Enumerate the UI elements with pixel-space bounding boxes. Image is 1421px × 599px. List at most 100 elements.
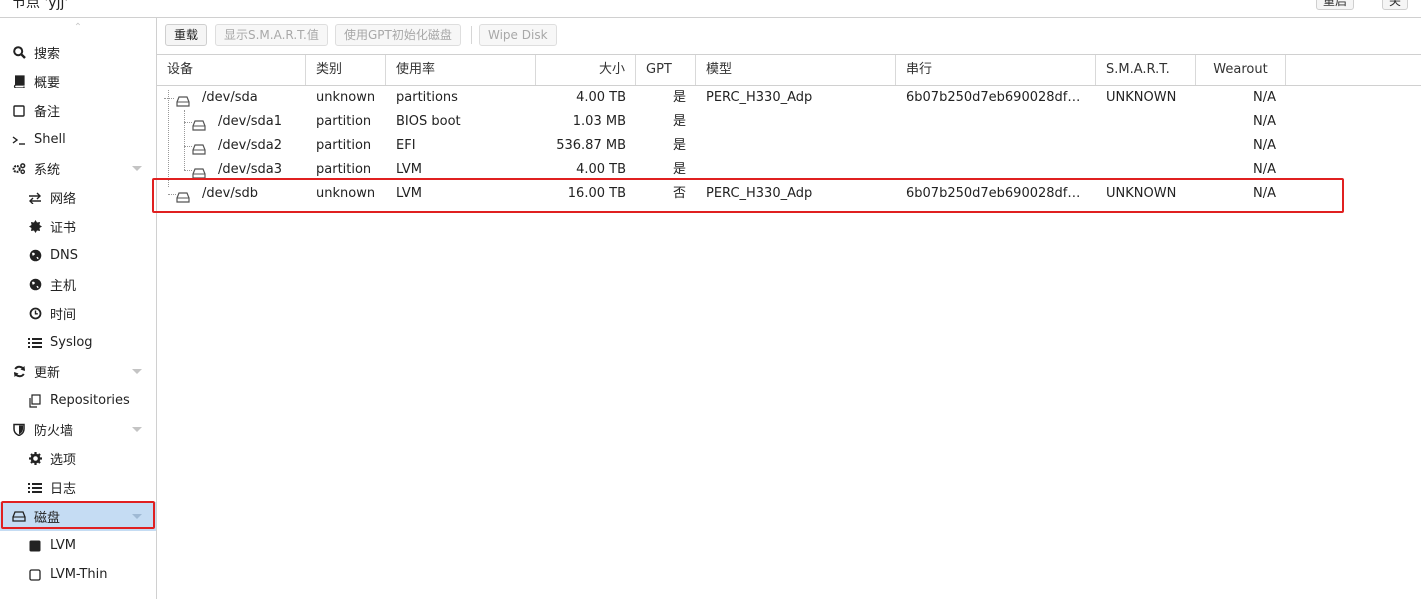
wearout-cell: N/A bbox=[1253, 90, 1276, 105]
sidebar-item-summary[interactable]: 概要 bbox=[0, 67, 156, 96]
column-header-wearout[interactable]: Wearout bbox=[1196, 55, 1286, 85]
node-header: 节点 'yjj' 重启 关 bbox=[0, 0, 1421, 18]
sidebar-item-syslog[interactable]: Syslog bbox=[0, 328, 156, 357]
type-cell: partition bbox=[316, 114, 372, 129]
shield-icon bbox=[12, 423, 26, 437]
model-cell bbox=[696, 134, 896, 158]
sidebar-item-network[interactable]: 网络 bbox=[0, 183, 156, 212]
hdd-icon bbox=[176, 92, 190, 107]
sidebar-item-hosts[interactable]: 主机 bbox=[0, 270, 156, 299]
show-smart-button[interactable]: 显示S.M.A.R.T.值 bbox=[215, 24, 328, 46]
disks-toolbar: 重载 显示S.M.A.R.T.值 使用GPT初始化磁盘 Wipe Disk bbox=[157, 18, 1421, 55]
sidebar-item-certificates[interactable]: 证书 bbox=[0, 212, 156, 241]
list-icon bbox=[28, 481, 42, 495]
table-row[interactable]: /dev/sda3 partition LVM 4.00 TB 是 N/A bbox=[157, 158, 1421, 182]
sidebar-item-label: 选项 bbox=[50, 453, 77, 468]
sidebar-item-search[interactable]: 搜索 bbox=[0, 38, 156, 67]
smart-cell bbox=[1096, 158, 1196, 182]
sidebar-item-label: 概要 bbox=[34, 76, 61, 91]
gpt-cell: 是 bbox=[672, 90, 686, 105]
smart-cell: UNKNOWN bbox=[1106, 186, 1177, 201]
table-row[interactable]: /dev/sda unknown partitions 4.00 TB 是 PE… bbox=[157, 86, 1421, 110]
hdd-icon bbox=[192, 116, 206, 131]
table-row[interactable]: /dev/sda1 partition BIOS boot 1.03 MB 是 … bbox=[157, 110, 1421, 134]
square-outline-icon bbox=[28, 568, 42, 582]
sidebar-item-disks[interactable]: 磁盘 bbox=[0, 502, 156, 531]
serial-cell: 6b07b250d7eb690028df603… bbox=[906, 186, 1096, 201]
sidebar-item-lvm-thin[interactable]: LVM-Thin bbox=[0, 560, 156, 589]
usage-cell: BIOS boot bbox=[396, 114, 461, 129]
globe-icon bbox=[28, 278, 42, 292]
model-cell bbox=[696, 158, 896, 182]
sidebar-item-label: DNS bbox=[50, 248, 78, 263]
sidebar-item-notes[interactable]: 备注 bbox=[0, 96, 156, 125]
sidebar-item-label: 搜索 bbox=[34, 47, 61, 62]
node-nav-sidebar: ⌃ 搜索 概要 备注 Shell 系统 网络 证书 DNS 主机 时间 Sysl… bbox=[0, 18, 157, 599]
table-row[interactable]: /dev/sda2 partition EFI 536.87 MB 是 N/A bbox=[157, 134, 1421, 158]
wearout-cell: N/A bbox=[1253, 162, 1276, 177]
sidebar-item-firewall-options[interactable]: 选项 bbox=[0, 444, 156, 473]
size-cell: 16.00 TB bbox=[567, 186, 626, 201]
refresh-icon bbox=[12, 365, 26, 379]
type-cell: partition bbox=[316, 162, 372, 177]
column-header-type[interactable]: 类别 bbox=[306, 55, 386, 85]
sidebar-item-label: LVM bbox=[50, 538, 76, 553]
chevron-down-icon[interactable] bbox=[132, 166, 142, 171]
sidebar-item-partial[interactable] bbox=[0, 589, 156, 599]
toolbar-separator bbox=[471, 26, 472, 44]
chevron-down-icon[interactable] bbox=[132, 369, 142, 374]
sidebar-item-updates[interactable]: 更新 bbox=[0, 357, 156, 386]
cogs-icon bbox=[12, 162, 26, 176]
wearout-cell: N/A bbox=[1253, 186, 1276, 201]
sidebar-item-repositories[interactable]: Repositories bbox=[0, 386, 156, 415]
size-cell: 4.00 TB bbox=[576, 162, 626, 177]
sidebar-item-label: 备注 bbox=[34, 105, 61, 120]
sidebar-item-lvm[interactable]: LVM bbox=[0, 531, 156, 560]
type-cell: unknown bbox=[316, 186, 376, 201]
book-icon bbox=[12, 75, 26, 89]
shutdown-button[interactable]: 关 bbox=[1382, 0, 1409, 10]
hdd-icon bbox=[176, 188, 190, 203]
sidebar-item-firewall-log[interactable]: 日志 bbox=[0, 473, 156, 502]
globe-icon bbox=[28, 249, 42, 263]
serial-cell bbox=[896, 158, 1096, 182]
usage-cell: LVM bbox=[396, 186, 422, 201]
chevron-down-icon[interactable] bbox=[132, 427, 142, 432]
gpt-cell: 是 bbox=[672, 114, 686, 129]
device-name: /dev/sda bbox=[202, 90, 258, 105]
sidebar-item-dns[interactable]: DNS bbox=[0, 241, 156, 270]
smart-cell bbox=[1096, 134, 1196, 158]
serial-cell bbox=[896, 110, 1096, 134]
column-header-smart[interactable]: S.M.A.R.T. bbox=[1096, 55, 1196, 85]
reload-button[interactable]: 重载 bbox=[165, 24, 208, 46]
column-header-gpt[interactable]: GPT bbox=[636, 55, 696, 85]
wipe-disk-button[interactable]: Wipe Disk bbox=[479, 24, 557, 46]
column-header-serial[interactable]: 串行 bbox=[896, 55, 1096, 85]
gpt-cell: 否 bbox=[672, 186, 686, 201]
device-name: /dev/sda1 bbox=[218, 114, 282, 129]
device-name: /dev/sdb bbox=[202, 186, 258, 201]
sidebar-item-time[interactable]: 时间 bbox=[0, 299, 156, 328]
sidebar-item-system[interactable]: 系统 bbox=[0, 154, 156, 183]
hdd-icon bbox=[192, 140, 206, 155]
hdd-icon bbox=[192, 164, 206, 179]
wearout-cell: N/A bbox=[1253, 138, 1276, 153]
type-cell: partition bbox=[316, 138, 372, 153]
disks-panel: 重载 显示S.M.A.R.T.值 使用GPT初始化磁盘 Wipe Disk 设备… bbox=[152, 18, 1421, 599]
reboot-button[interactable]: 重启 bbox=[1316, 0, 1355, 10]
initialize-gpt-button[interactable]: 使用GPT初始化磁盘 bbox=[335, 24, 461, 46]
scroll-up-icon[interactable]: ⌃ bbox=[72, 23, 84, 33]
sidebar-item-label: 更新 bbox=[34, 366, 61, 381]
table-row[interactable]: /dev/sdb unknown LVM 16.00 TB 否 PERC_H33… bbox=[157, 182, 1421, 206]
wearout-cell: N/A bbox=[1253, 114, 1276, 129]
serial-cell bbox=[896, 134, 1096, 158]
column-header-device[interactable]: 设备 bbox=[157, 55, 306, 85]
column-header-model[interactable]: 模型 bbox=[696, 55, 896, 85]
column-header-usage[interactable]: 使用率 bbox=[386, 55, 536, 85]
sidebar-item-label: 网络 bbox=[50, 192, 77, 207]
sidebar-item-firewall[interactable]: 防火墙 bbox=[0, 415, 156, 444]
column-header-size[interactable]: 大小 bbox=[536, 55, 636, 85]
chevron-down-icon[interactable] bbox=[132, 514, 142, 519]
device-name: /dev/sda3 bbox=[218, 162, 282, 177]
sidebar-item-shell[interactable]: Shell bbox=[0, 125, 156, 154]
